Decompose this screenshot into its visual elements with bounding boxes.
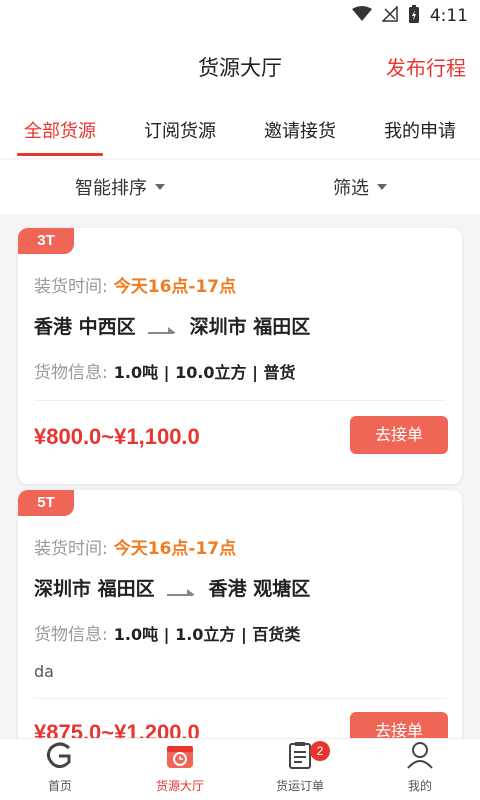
load-time-value: 今天16点-17点 bbox=[113, 277, 237, 297]
smart-sort-label: 智能排序 bbox=[75, 178, 147, 199]
arrow-right-icon bbox=[147, 320, 178, 334]
card-divider bbox=[34, 400, 446, 401]
load-time-label: 装货时间: bbox=[34, 539, 108, 559]
accept-order-button[interactable]: 去接单 bbox=[350, 712, 448, 738]
cargo-list[interactable]: 3T 装货时间: 今天16点-17点 香港 中西区 深圳市 福田区 货物信息: 1.… bbox=[0, 214, 480, 738]
nav-cargo-hall[interactable]: 货源大厅 bbox=[120, 739, 240, 800]
nav-profile[interactable]: 我的 bbox=[360, 739, 480, 800]
price-range: ¥800.0~¥1,100.0 bbox=[34, 424, 200, 449]
nav-home[interactable]: 首页 bbox=[0, 739, 120, 800]
route-row: 香港 中西区 深圳市 福田区 bbox=[34, 312, 446, 339]
nav-cargo-hall-label: 货源大厅 bbox=[155, 779, 204, 793]
bottom-navigation: 首页 货源大厅 货运订单 2 我的 bbox=[0, 738, 480, 800]
truck-size-badge: 5T bbox=[18, 490, 74, 516]
cargo-hall-icon bbox=[165, 742, 195, 775]
card-divider bbox=[34, 698, 446, 699]
clock-time: 4:11 bbox=[429, 6, 468, 26]
profile-icon bbox=[405, 740, 435, 775]
route-to: 香港 观塘区 bbox=[208, 578, 311, 600]
filter-bar: 智能排序 筛选 bbox=[0, 160, 480, 214]
home-logo-icon bbox=[45, 742, 75, 775]
cargo-info-row: 货物信息: 1.0吨 | 1.0立方 | 百货类 bbox=[34, 620, 446, 645]
tab-my-applications[interactable]: 我的申请 bbox=[360, 98, 480, 158]
smart-sort-dropdown[interactable]: 智能排序 bbox=[0, 160, 240, 214]
route-from: 深圳市 福田区 bbox=[34, 578, 155, 600]
filter-label: 筛选 bbox=[333, 178, 369, 199]
price-range: ¥875.0~¥1,200.0 bbox=[34, 720, 200, 738]
nav-freight-orders[interactable]: 货运订单 2 bbox=[240, 739, 360, 800]
tab-bar: 全部货源 订阅货源 邀请接货 我的申请 bbox=[0, 98, 480, 158]
cargo-info-label: 货物信息: bbox=[34, 625, 108, 645]
nav-profile-label: 我的 bbox=[407, 779, 432, 793]
tab-subscribed-cargo[interactable]: 订阅货源 bbox=[120, 98, 240, 158]
route-from: 香港 中西区 bbox=[34, 316, 136, 338]
cargo-info-value: 1.0吨 | 10.0立方 | 普货 bbox=[113, 363, 296, 382]
tab-all-cargo[interactable]: 全部货源 bbox=[0, 98, 120, 158]
status-bar: 4:11 bbox=[0, 0, 480, 32]
signal-icon bbox=[381, 4, 398, 27]
battery-charging-icon bbox=[408, 4, 420, 29]
tab-invited-cargo[interactable]: 邀请接货 bbox=[240, 98, 360, 158]
cargo-card[interactable]: 5T 装货时间: 今天16点-17点 深圳市 福田区 香港 观塘区 货物信息: 1.… bbox=[18, 490, 462, 738]
load-time-row: 装货时间: 今天16点-17点 bbox=[34, 272, 446, 297]
filter-dropdown[interactable]: 筛选 bbox=[240, 160, 480, 214]
arrow-right-icon bbox=[166, 582, 197, 596]
load-time-label: 装货时间: bbox=[34, 277, 108, 297]
wifi-icon bbox=[351, 5, 372, 27]
order-count-badge: 2 bbox=[310, 741, 330, 761]
nav-home-label: 首页 bbox=[47, 779, 72, 793]
cargo-info-row: 货物信息: 1.0吨 | 10.0立方 | 普货 bbox=[34, 358, 446, 383]
caret-down-icon bbox=[155, 184, 165, 190]
truck-size-badge: 3T bbox=[18, 228, 74, 254]
load-time-value: 今天16点-17点 bbox=[113, 539, 237, 559]
nav-freight-orders-label: 货运订单 bbox=[275, 779, 324, 793]
route-to: 深圳市 福田区 bbox=[189, 316, 311, 338]
route-row: 深圳市 福田区 香港 观塘区 bbox=[34, 574, 446, 601]
cargo-card[interactable]: 3T 装货时间: 今天16点-17点 香港 中西区 深圳市 福田区 货物信息: 1.… bbox=[18, 228, 462, 484]
caret-down-icon bbox=[377, 184, 387, 190]
top-header: 货源大厅 发布行程 bbox=[0, 32, 480, 98]
accept-order-button[interactable]: 去接单 bbox=[350, 416, 448, 454]
cargo-info-label: 货物信息: bbox=[34, 363, 108, 383]
load-time-row: 装货时间: 今天16点-17点 bbox=[34, 534, 446, 559]
cargo-info-value: 1.0吨 | 1.0立方 | 百货类 bbox=[113, 625, 301, 644]
remark-text: da bbox=[34, 662, 54, 681]
publish-trip-button[interactable]: 发布行程 bbox=[386, 52, 466, 81]
